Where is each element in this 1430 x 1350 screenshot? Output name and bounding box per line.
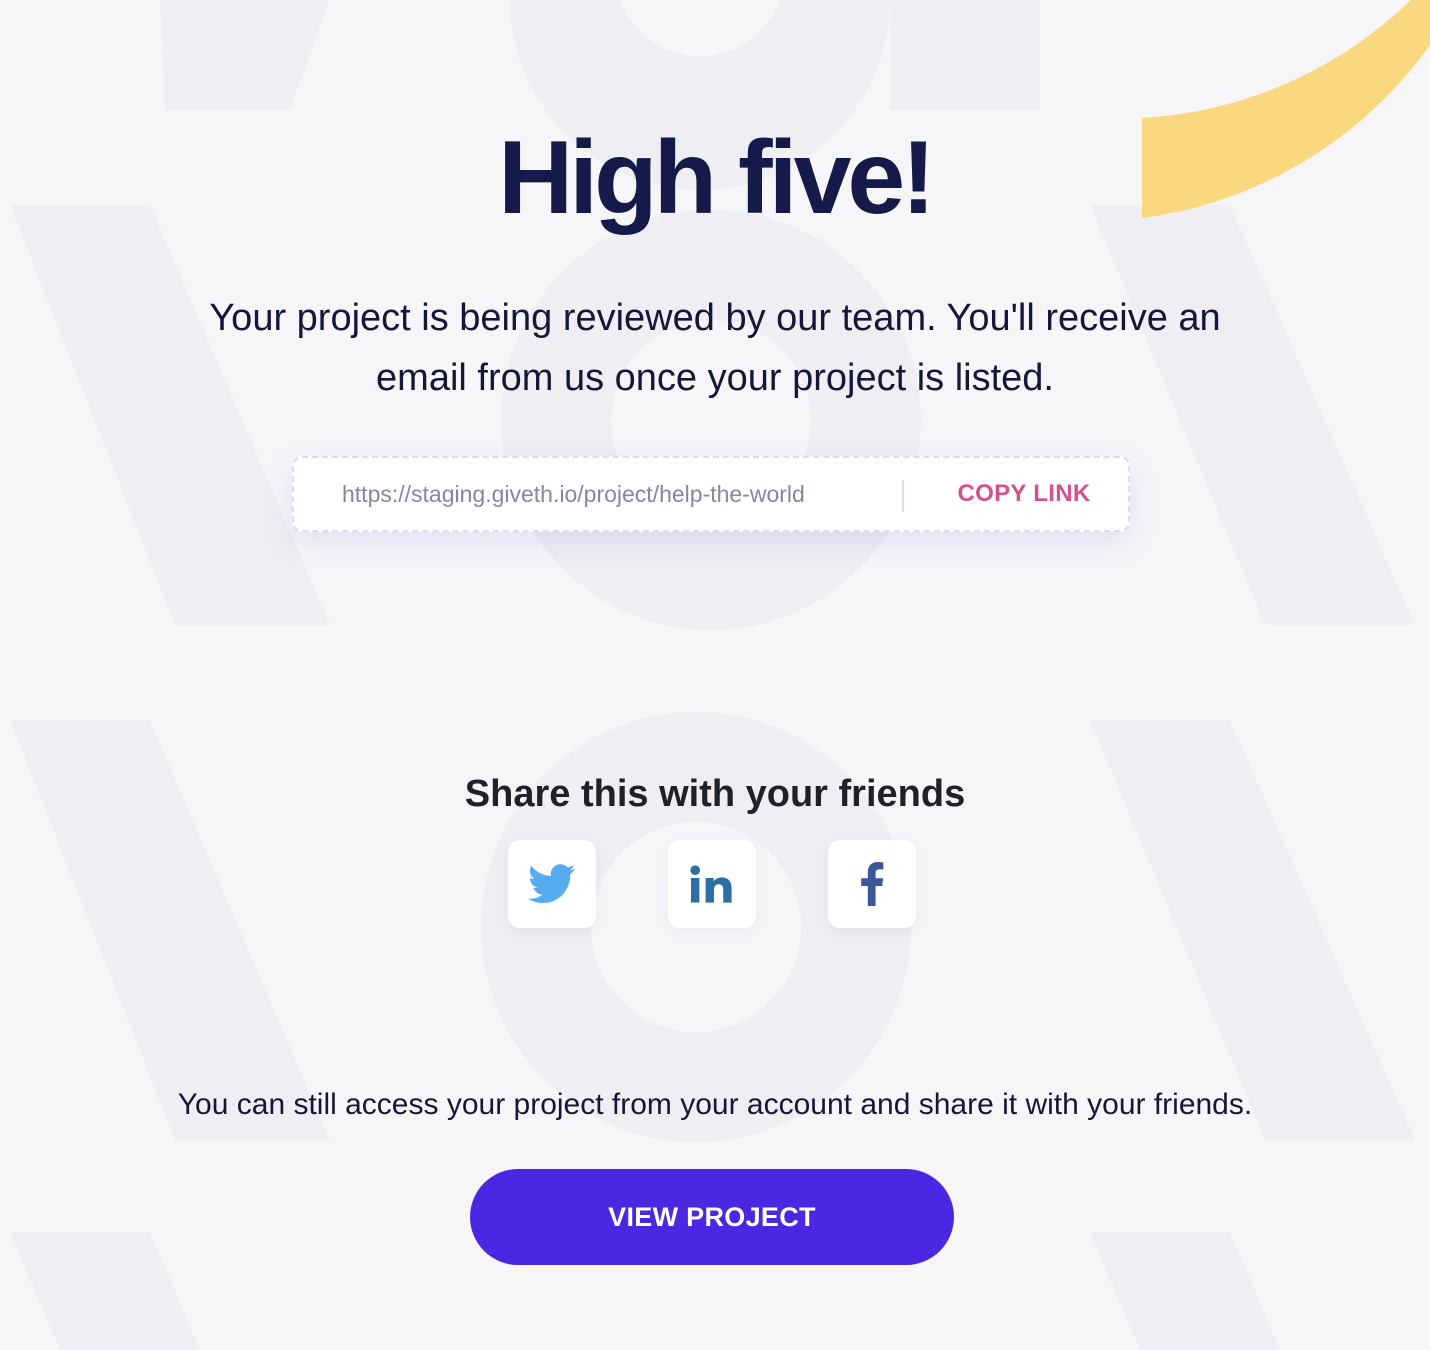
- account-access-text: You can still access your project from y…: [177, 1088, 1253, 1121]
- linkedin-icon: [690, 865, 732, 903]
- share-link-box: https://staging.giveth.io/project/help-t…: [292, 456, 1130, 532]
- share-facebook-button[interactable]: [828, 840, 916, 928]
- link-divider: [902, 480, 904, 512]
- copy-link-button[interactable]: COPY LINK: [924, 458, 1124, 530]
- share-linkedin-button[interactable]: [668, 840, 756, 928]
- twitter-icon: [528, 864, 576, 903]
- facebook-icon: [861, 862, 884, 906]
- view-project-button[interactable]: VIEW PROJECT: [470, 1169, 954, 1265]
- project-link-url[interactable]: https://staging.giveth.io/project/help-t…: [342, 458, 805, 530]
- share-title: Share this with your friends: [464, 773, 966, 815]
- review-message: Your project is being reviewed by our te…: [209, 297, 1221, 399]
- share-twitter-button[interactable]: [508, 840, 596, 928]
- page-title: High five!: [498, 120, 936, 236]
